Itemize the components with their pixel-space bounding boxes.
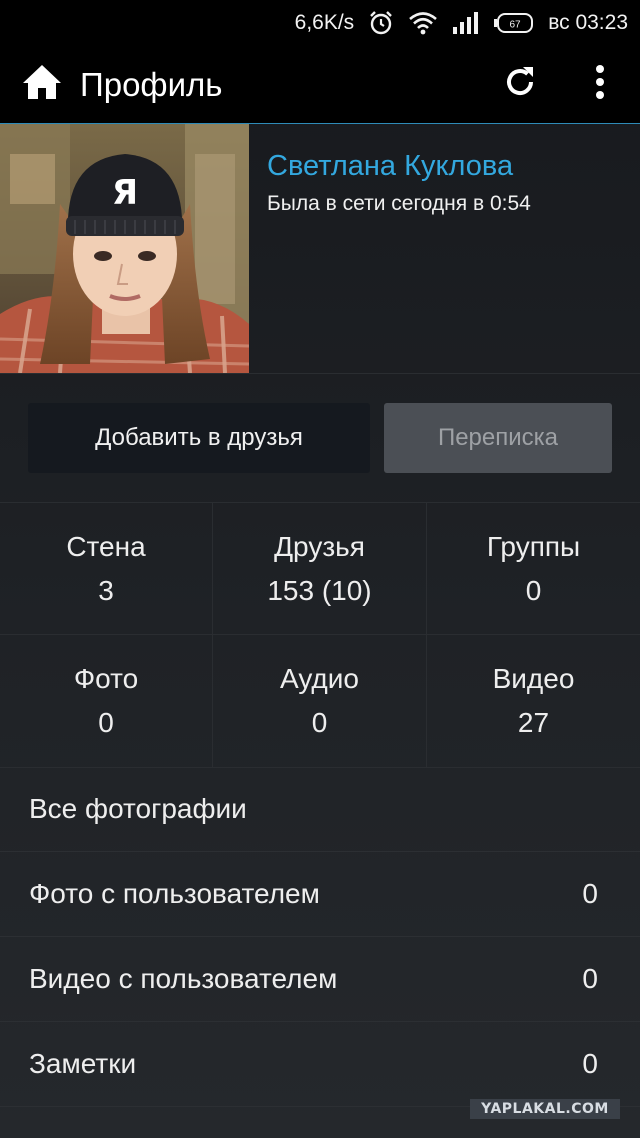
stat-label: Стена [66,530,146,562]
stat-value: 0 [98,707,114,738]
messages-button[interactable]: Переписка [384,403,612,473]
stat-wall[interactable]: Стена 3 [0,503,213,635]
stat-audio[interactable]: Аудио 0 [213,635,427,768]
stat-friends[interactable]: Друзья 153 (10) [213,503,427,635]
home-icon [22,64,62,105]
profile-name: Светлана Куклова [267,150,514,182]
stat-label: Фото [73,663,139,694]
refresh-icon [502,64,538,105]
list-item-count: 0 [582,1048,598,1079]
list-item-count: 0 [582,963,598,994]
signal-icon [452,11,480,35]
status-bar: 6,6K/s 67 вс 03:23 [0,0,640,46]
add-friend-button[interactable]: Добавить в друзья [28,403,370,473]
stat-value: 27 [517,707,550,738]
last-seen-status: Была в сети сегодня в 0:54 [267,192,531,215]
stat-label: Друзья [274,530,365,562]
stat-photos[interactable]: Фото 0 [0,635,213,768]
avatar[interactable]: Я [0,124,249,373]
watermark: YAPLAKAL.COM [470,1099,620,1119]
list-item-notes[interactable]: Заметки 0 [0,1022,640,1107]
stat-value: 0 [311,707,328,738]
avatar-cap-letter: Я [112,173,138,213]
profile-header: Я Светлана Куклова Была в сети сегодня в… [0,124,640,374]
list-item-label: Фото с пользователем [29,878,320,909]
stat-value: 0 [525,574,542,606]
list-item-videos-with-user[interactable]: Видео с пользователем 0 [0,937,640,1022]
stats-grid: Стена 3 Друзья 153 (10) Группы 0 Фото 0 … [0,502,640,768]
stat-label: Аудио [280,663,359,694]
page-title: Профиль [80,65,223,103]
battery-icon: 67 [494,12,534,34]
network-speed: 6,6K/s [294,11,355,34]
alarm-icon [368,10,394,36]
stat-value: 153 (10) [267,574,372,606]
stat-label: Группы [486,530,581,562]
battery-level: 67 [510,20,522,31]
stat-groups[interactable]: Группы 0 [427,503,640,635]
home-button[interactable] [12,55,72,115]
day-time: вс 03:23 [548,11,628,34]
list-item-label: Заметки [29,1048,137,1079]
refresh-button[interactable] [490,55,550,115]
action-bar: Профиль [0,46,640,124]
stat-video[interactable]: Видео 27 [427,635,640,768]
wifi-icon [408,11,438,35]
stat-value: 3 [98,574,114,606]
profile-links-list: Все фотографии Фото с пользователем 0 Ви… [0,767,640,1107]
list-item-photos-with-user[interactable]: Фото с пользователем 0 [0,852,640,937]
list-item-label: Видео с пользователем [29,963,338,994]
list-item-count: 0 [582,878,598,909]
list-item-all-photos[interactable]: Все фотографии [0,767,640,852]
overflow-menu-button[interactable] [570,55,630,115]
stat-label: Видео [492,663,575,694]
overflow-menu-icon [594,64,606,105]
list-item-label: Все фотографии [29,793,247,824]
